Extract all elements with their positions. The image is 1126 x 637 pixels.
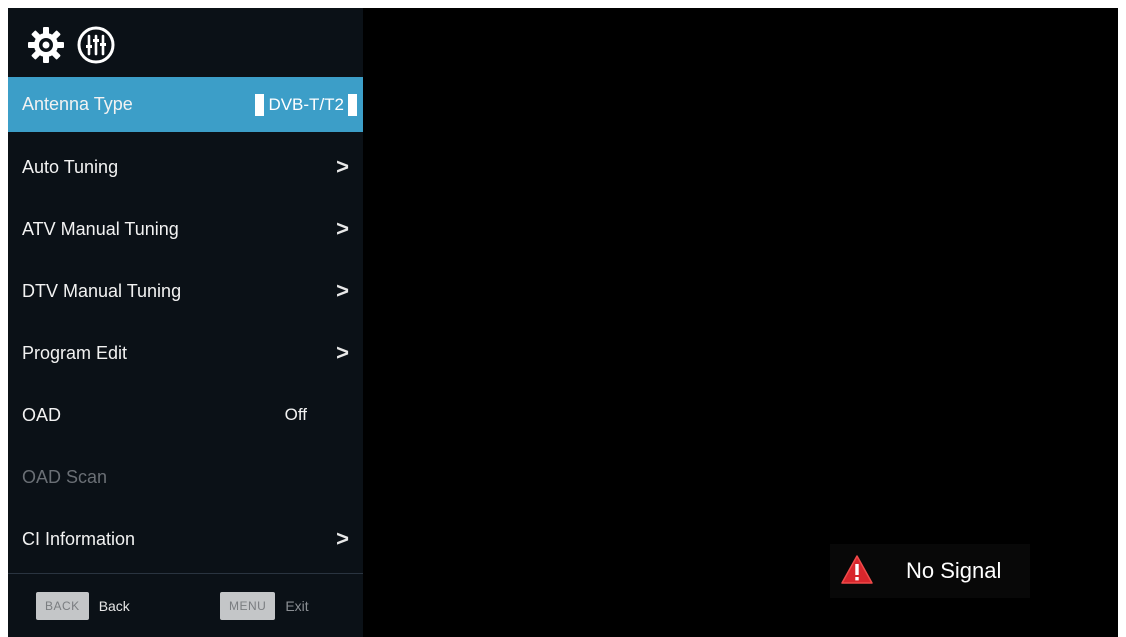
menu-item-label: DTV Manual Tuning <box>22 280 182 301</box>
menu-item-auto-tuning[interactable]: Auto Tuning > <box>8 136 363 198</box>
equalizer-icon[interactable] <box>76 25 116 65</box>
exit-label: Exit <box>285 597 309 614</box>
menu-item-ci-information[interactable]: CI Information > <box>8 508 363 570</box>
menu-item-label: OAD <box>22 404 62 425</box>
menu-item-program-edit[interactable]: Program Edit > <box>8 322 363 384</box>
menu-list: Antenna Type DVB-T/T2 Auto Tuning > ATV … <box>8 77 363 570</box>
menu-category-icons <box>26 22 116 68</box>
channel-settings-menu: Antenna Type DVB-T/T2 Auto Tuning > ATV … <box>8 8 363 637</box>
menu-item-label: OAD Scan <box>22 466 108 487</box>
back-key[interactable]: BACK <box>36 591 89 620</box>
oad-value: Off <box>284 405 307 424</box>
exit-hint[interactable]: MENU Exit <box>220 591 309 620</box>
antenna-type-value: DVB-T/T2 <box>268 94 344 114</box>
back-label: Back <box>98 597 130 614</box>
chevron-right-icon: > <box>336 526 349 551</box>
tv-screen: Antenna Type DVB-T/T2 Auto Tuning > ATV … <box>8 8 1118 637</box>
antenna-type-selector[interactable]: DVB-T/T2 <box>255 93 357 116</box>
menu-item-atv-manual-tuning[interactable]: ATV Manual Tuning > <box>8 198 363 260</box>
back-hint[interactable]: BACK Back <box>36 591 130 620</box>
status-text: No Signal <box>906 558 1002 583</box>
menu-item-label: Program Edit <box>22 342 128 363</box>
menu-item-dtv-manual-tuning[interactable]: DTV Manual Tuning > <box>8 260 363 322</box>
no-signal-banner: No Signal <box>830 544 1030 598</box>
chevron-right-icon: > <box>336 278 349 303</box>
chevron-right-icon: > <box>336 340 349 365</box>
warning-icon <box>841 555 873 584</box>
menu-key[interactable]: MENU <box>220 591 276 620</box>
menu-item-oad[interactable]: OAD Off <box>8 384 363 446</box>
menu-item-antenna-type[interactable]: Antenna Type DVB-T/T2 <box>8 77 363 132</box>
chevron-right-icon: > <box>336 216 349 241</box>
chevron-right-icon: > <box>336 154 349 179</box>
menu-item-label: CI Information <box>22 528 136 549</box>
menu-item-label: ATV Manual Tuning <box>22 218 179 239</box>
menu-item-oad-scan: OAD Scan <box>8 446 363 508</box>
selector-right-marker <box>348 93 357 116</box>
gear-icon[interactable] <box>26 25 66 65</box>
menu-footer: BACK Back MENU Exit <box>8 573 363 637</box>
menu-item-label: Antenna Type <box>22 94 133 114</box>
selector-left-marker <box>255 93 265 116</box>
menu-item-label: Auto Tuning <box>22 156 119 177</box>
